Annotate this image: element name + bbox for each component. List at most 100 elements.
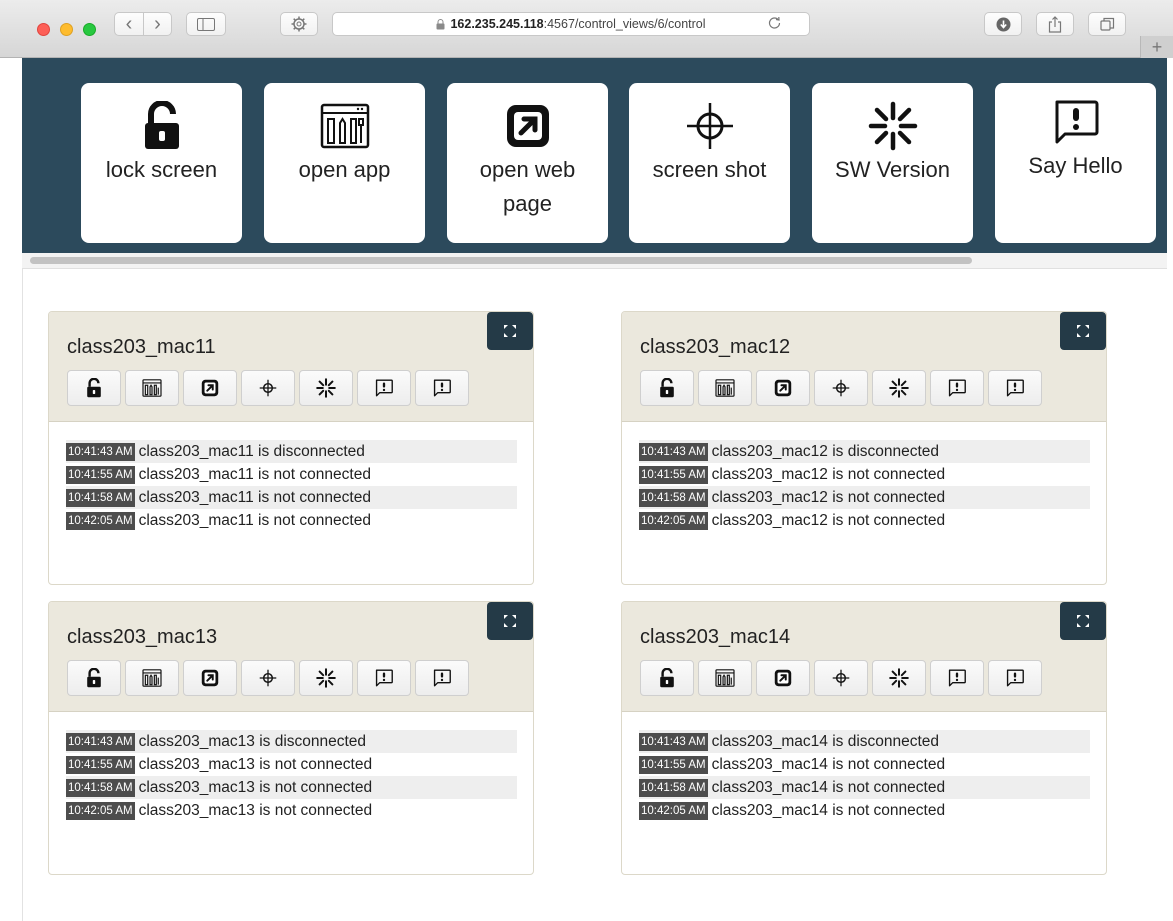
chevron-right-icon: › (154, 12, 161, 35)
device-panel-class203_mac13: class203_mac13 10:41:43 AM class203_mac13… (48, 601, 534, 875)
crosshair-icon (685, 101, 735, 151)
external-link-icon (505, 101, 551, 151)
open-web-page-action[interactable]: open web page (447, 83, 608, 243)
crosshair-button[interactable] (814, 660, 868, 696)
spinner-icon (316, 378, 336, 398)
spinner-icon (889, 668, 909, 688)
device-name: class203_mac14 (640, 626, 791, 648)
crosshair-icon (832, 669, 850, 687)
share-button[interactable] (1036, 12, 1074, 36)
app-window-icon (142, 669, 162, 687)
message-alert-icon (1006, 669, 1024, 687)
share-icon (1048, 15, 1062, 33)
spinner-button[interactable] (299, 660, 353, 696)
spinner-icon (316, 668, 336, 688)
external-link-button[interactable] (756, 660, 810, 696)
app-window-button[interactable] (698, 660, 752, 696)
lock-button[interactable] (67, 370, 121, 406)
zoom-window-button[interactable] (83, 23, 96, 36)
navigation-buttons: ‹ › (114, 12, 172, 36)
message-alert-button[interactable] (415, 660, 469, 696)
device-name: class203_mac13 (67, 626, 218, 648)
message-alert-button[interactable] (988, 370, 1042, 406)
crosshair-button[interactable] (241, 660, 295, 696)
expand-icon (504, 325, 516, 337)
lock-screen-action[interactable]: lock screen (81, 83, 242, 243)
gear-icon (291, 16, 307, 32)
message-alert-button[interactable] (930, 370, 984, 406)
horizontal-scrollbar[interactable] (22, 253, 1167, 269)
lock-button[interactable] (640, 660, 694, 696)
browser-window: ‹ › 162.235.245.118:4567/control_views/6… (0, 0, 1173, 921)
sidebar-toggle-button[interactable] (186, 12, 226, 36)
forward-button[interactable]: › (142, 12, 171, 35)
sidebar-icon (197, 17, 215, 31)
message-alert-icon (375, 669, 393, 687)
log-message: class203_mac14 is not connected (711, 755, 946, 773)
lock-icon (659, 378, 675, 398)
say-hello-action[interactable]: Say Hello (995, 83, 1156, 243)
downloads-button[interactable] (984, 12, 1022, 36)
message-alert-button[interactable] (415, 370, 469, 406)
chevron-left-icon: ‹ (125, 12, 133, 35)
external-link-icon (774, 669, 792, 687)
crosshair-button[interactable] (241, 370, 295, 406)
download-icon (996, 17, 1010, 31)
minimize-window-button[interactable] (60, 23, 73, 36)
reload-icon[interactable] (768, 16, 781, 32)
expand-panel-button[interactable] (487, 312, 533, 350)
app-window-button[interactable] (698, 370, 752, 406)
lock-button[interactable] (67, 660, 121, 696)
action-label: Say Hello (1028, 153, 1123, 178)
browser-toolbar: ‹ › 162.235.245.118:4567/control_views/6… (0, 0, 1173, 58)
url-host: 162.235.245.118 (450, 17, 544, 31)
action-bar: lock screen open app open web page scree… (22, 58, 1167, 253)
lock-button[interactable] (640, 370, 694, 406)
extension-button[interactable] (280, 12, 318, 36)
log-entry: 10:42:05 AM class203_mac12 is not connect… (639, 509, 1090, 532)
message-alert-button[interactable] (357, 660, 411, 696)
spinner-button[interactable] (299, 370, 353, 406)
back-button[interactable]: ‹ (115, 13, 143, 35)
action-label: open web page (479, 157, 576, 216)
crosshair-button[interactable] (814, 370, 868, 406)
message-alert-icon (375, 379, 393, 397)
message-alert-button[interactable] (930, 660, 984, 696)
spinner-icon (868, 101, 918, 151)
sw-version-action[interactable]: SW Version (812, 83, 973, 243)
external-link-button[interactable] (183, 370, 237, 406)
spinner-button[interactable] (872, 370, 926, 406)
spinner-button[interactable] (872, 660, 926, 696)
panel-header: class203_mac12 (622, 312, 1106, 422)
log-message: class203_mac14 is not connected (711, 801, 946, 819)
new-tab-button[interactable]: + (1140, 36, 1173, 58)
timestamp-badge: 10:42:05 AM (639, 511, 708, 530)
external-link-button[interactable] (183, 660, 237, 696)
message-alert-icon (433, 669, 451, 687)
external-link-button[interactable] (756, 370, 810, 406)
expand-panel-button[interactable] (487, 602, 533, 640)
app-window-button[interactable] (125, 370, 179, 406)
scrollbar-thumb[interactable] (30, 257, 972, 264)
app-window-button[interactable] (125, 660, 179, 696)
log-entry: 10:41:58 AM class203_mac12 is not connect… (639, 486, 1090, 509)
device-name: class203_mac12 (640, 336, 791, 358)
timestamp-badge: 10:41:43 AM (639, 732, 708, 751)
action-label: SW Version (835, 157, 950, 182)
log-message: class203_mac12 is not connected (711, 488, 946, 506)
address-bar[interactable]: 162.235.245.118:4567/control_views/6/con… (332, 12, 810, 36)
event-log: 10:41:43 AM class203_mac11 is disconnecte… (66, 440, 517, 532)
message-alert-button[interactable] (988, 660, 1042, 696)
show-tabs-button[interactable] (1088, 12, 1126, 36)
log-entry: 10:41:43 AM class203_mac12 is disconnecte… (639, 440, 1090, 463)
close-window-button[interactable] (37, 23, 50, 36)
divider (22, 269, 23, 921)
log-message: class203_mac14 is not connected (711, 778, 946, 796)
expand-panel-button[interactable] (1060, 602, 1106, 640)
message-alert-button[interactable] (357, 370, 411, 406)
expand-panel-button[interactable] (1060, 312, 1106, 350)
event-log: 10:41:43 AM class203_mac12 is disconnecte… (639, 440, 1090, 532)
screen-shot-action[interactable]: screen shot (629, 83, 790, 243)
open-app-action[interactable]: open app (264, 83, 425, 243)
url-path: :4567/control_views/6/control (543, 17, 706, 31)
